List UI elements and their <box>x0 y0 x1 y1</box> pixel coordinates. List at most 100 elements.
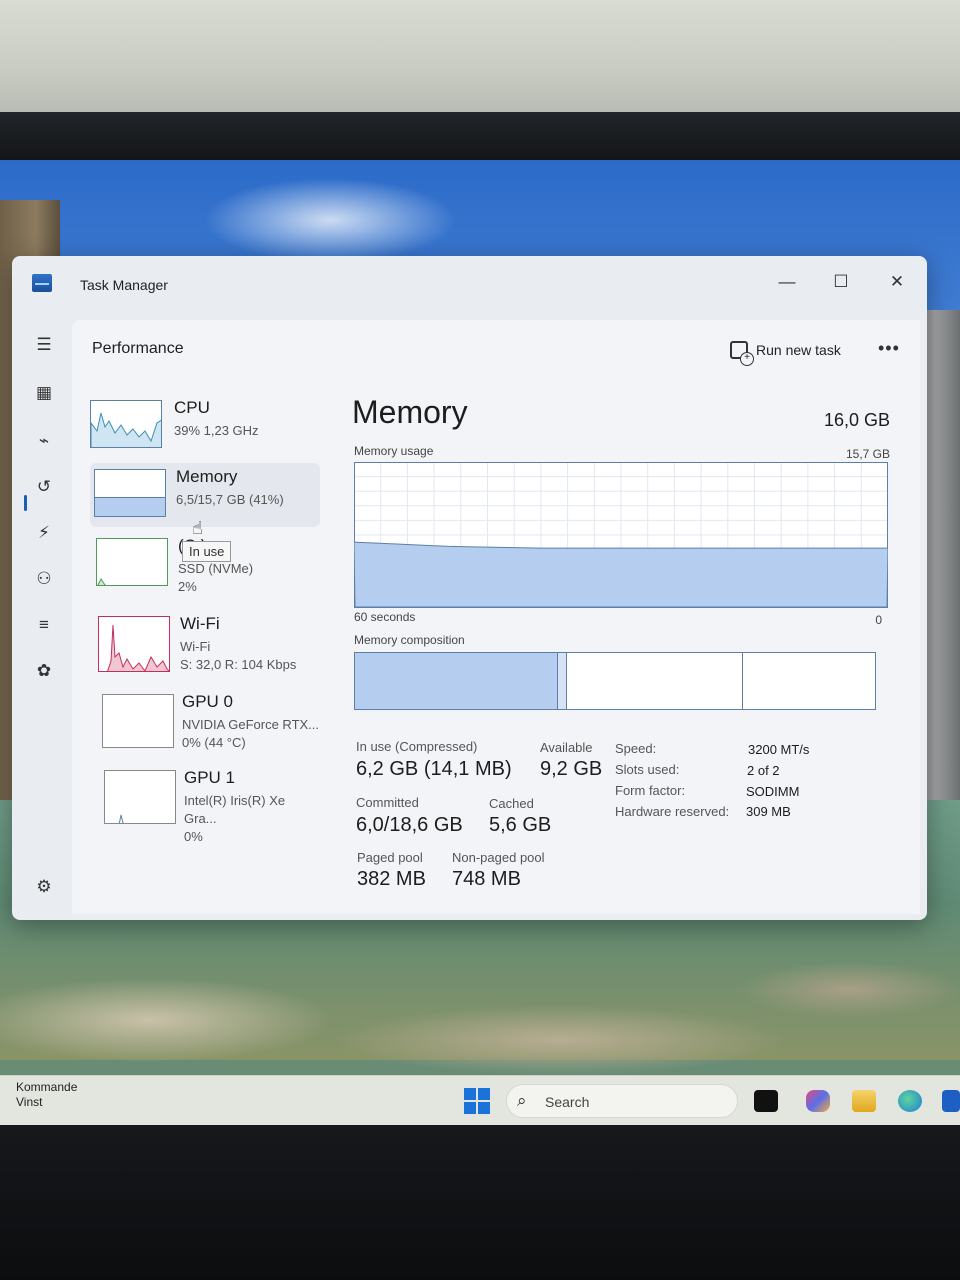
hardware-reserved-label: Hardware reserved: <box>615 804 730 819</box>
copilot-app-icon[interactable] <box>806 1090 830 1112</box>
device-type: SSD (NVMe) <box>178 561 254 576</box>
device-detail: NVIDIA GeForce RTX... 0% (44 °C) <box>182 716 319 752</box>
memory-usage-max: 15,7 GB <box>845 447 890 461</box>
disk-thumbnail-graph <box>96 538 168 586</box>
users-icon[interactable]: ⚇ <box>31 566 57 592</box>
background-wall <box>0 0 960 115</box>
wifi-thumbnail-svg <box>107 624 169 671</box>
hardware-reserved-value: 309 MB <box>746 804 791 819</box>
device-name: Memory <box>176 467 238 486</box>
monitor-bezel-bottom <box>0 1125 960 1280</box>
wifi-thumbnail-graph <box>98 616 170 672</box>
device-cpu[interactable]: CPU 39% 1,23 GHz <box>90 394 320 458</box>
hand-cursor-icon: ☝ <box>192 518 203 538</box>
processes-icon[interactable]: ▦ <box>31 380 57 406</box>
monitor-bezel-top <box>0 112 960 162</box>
device-name: Wi-Fi <box>180 614 220 633</box>
in-use-value: 6,2 GB (14,1 MB) <box>356 758 512 780</box>
close-button[interactable]: ✕ <box>872 264 922 300</box>
run-new-task-label: Run new task <box>756 342 841 358</box>
device-gpu1[interactable]: GPU 1 Intel(R) Iris(R) Xe Gra... 0% <box>90 764 320 844</box>
memory-total: 16,0 GB <box>823 410 890 430</box>
composition-standby <box>567 653 744 709</box>
paged-pool-label: Paged pool <box>357 850 423 865</box>
device-usage: 0% <box>184 829 203 844</box>
device-detail: SSD (NVMe) 2% <box>178 560 253 596</box>
device-memory[interactable]: Memory 6,5/15,7 GB (41%) <box>90 463 320 527</box>
terminal-app-icon[interactable] <box>754 1090 778 1112</box>
device-wifi[interactable]: Wi-Fi Wi-Fi S: 32,0 R: 104 Kbps <box>90 610 320 674</box>
device-gpu0[interactable]: GPU 0 NVIDIA GeForce RTX... 0% (44 °C) <box>90 688 320 752</box>
run-new-task-button[interactable]: Run new task <box>730 336 841 366</box>
edge-browser-icon[interactable] <box>898 1090 922 1112</box>
slots-used-value: 2 of 2 <box>747 763 780 778</box>
slots-used-label: Slots used: <box>615 762 680 777</box>
composition-modified <box>557 653 567 709</box>
window-title: Task Manager <box>80 277 168 293</box>
title-bar[interactable]: Task Manager — ☐ ✕ <box>12 256 927 314</box>
taskbar-search-box[interactable]: ⌕ Search <box>506 1084 738 1118</box>
details-icon[interactable]: ≡ <box>31 612 57 638</box>
run-task-icon <box>730 341 754 366</box>
committed-value: 6,0/18,6 GB <box>356 814 463 836</box>
device-name: GPU 1 <box>184 768 236 787</box>
outlook-app-icon[interactable] <box>942 1090 960 1112</box>
more-options-icon[interactable]: ••• <box>878 338 900 359</box>
search-icon: ⌕ <box>517 1091 527 1110</box>
windows-logo-quad <box>478 1088 490 1100</box>
minimize-button[interactable]: — <box>762 264 812 300</box>
task-manager-app-icon <box>32 274 52 292</box>
app-history-icon[interactable]: ↺ <box>31 474 57 500</box>
speed-value: 3200 MT/s <box>748 742 810 757</box>
graph-zero-label: 0 <box>875 613 882 627</box>
available-label: Available <box>540 740 593 755</box>
start-button[interactable] <box>464 1088 490 1114</box>
taskbar: Kommande Vinst ⌕ Search <box>0 1075 960 1125</box>
task-manager-window: Task Manager — ☐ ✕ ☰ ▦ ⌁ ↺ ⚡ ⚇ ≡ ✿ ⚙ Per… <box>12 256 927 920</box>
cached-value: 5,6 GB <box>489 814 552 836</box>
memory-thumbnail-fill <box>95 496 165 516</box>
memory-usage-graph <box>354 462 888 608</box>
gpu1-thumbnail-graph <box>104 770 176 824</box>
gpu0-thumbnail-graph <box>102 694 174 748</box>
speed-label: Speed: <box>615 741 657 756</box>
services-icon[interactable]: ✿ <box>31 658 57 684</box>
hamburger-menu-icon[interactable]: ☰ <box>31 332 57 358</box>
device-model: NVIDIA GeForce RTX... <box>182 717 320 732</box>
disk-thumbnail-svg <box>97 578 107 585</box>
non-paged-pool-value: 748 MB <box>452 868 521 890</box>
device-detail: 6,5/15,7 GB (41%) <box>176 492 284 507</box>
performance-content: Performance Run new task ••• CPU 39% 1,2… <box>72 320 920 914</box>
gpu1-thumbnail-svg <box>118 814 125 823</box>
windows-logo-quad <box>478 1102 490 1114</box>
page-title: Performance <box>92 340 184 357</box>
device-throughput: S: 32,0 R: 104 Kbps <box>180 657 297 672</box>
widget-subtitle: Vinst <box>16 1095 43 1109</box>
memory-usage-area <box>354 541 888 608</box>
cpu-thumbnail-graph <box>90 400 162 448</box>
device-name: CPU <box>174 398 210 417</box>
performance-icon[interactable]: ⌁ <box>31 428 57 454</box>
device-detail: Wi-Fi S: 32,0 R: 104 Kbps <box>180 638 296 674</box>
time-span-label: 60 seconds <box>354 610 416 624</box>
in-use-label: In use (Compressed) <box>356 739 478 754</box>
device-usage: 0% (44 °C) <box>182 735 246 750</box>
taskbar-widget[interactable]: Kommande Vinst <box>16 1080 77 1110</box>
memory-composition-bar <box>354 652 876 710</box>
memory-title: Memory <box>352 394 468 430</box>
maximize-button[interactable]: ☐ <box>816 264 866 300</box>
device-detail: 39% 1,23 GHz <box>174 423 259 438</box>
settings-gear-icon[interactable]: ⚙ <box>31 874 57 900</box>
non-paged-pool-label: Non-paged pool <box>452 850 545 865</box>
composition-in-use <box>355 653 558 709</box>
startup-apps-icon[interactable]: ⚡ <box>31 520 57 546</box>
committed-label: Committed <box>356 795 419 810</box>
device-usage: 2% <box>178 579 197 594</box>
in-use-tooltip: In use <box>182 541 232 562</box>
windows-logo-quad <box>464 1088 476 1100</box>
cpu-thumbnail-svg <box>91 412 161 447</box>
form-factor-label: Form factor: <box>615 783 686 798</box>
nav-selection-indicator <box>24 495 27 511</box>
windows-logo-quad <box>464 1102 476 1114</box>
file-explorer-icon[interactable] <box>852 1090 876 1112</box>
